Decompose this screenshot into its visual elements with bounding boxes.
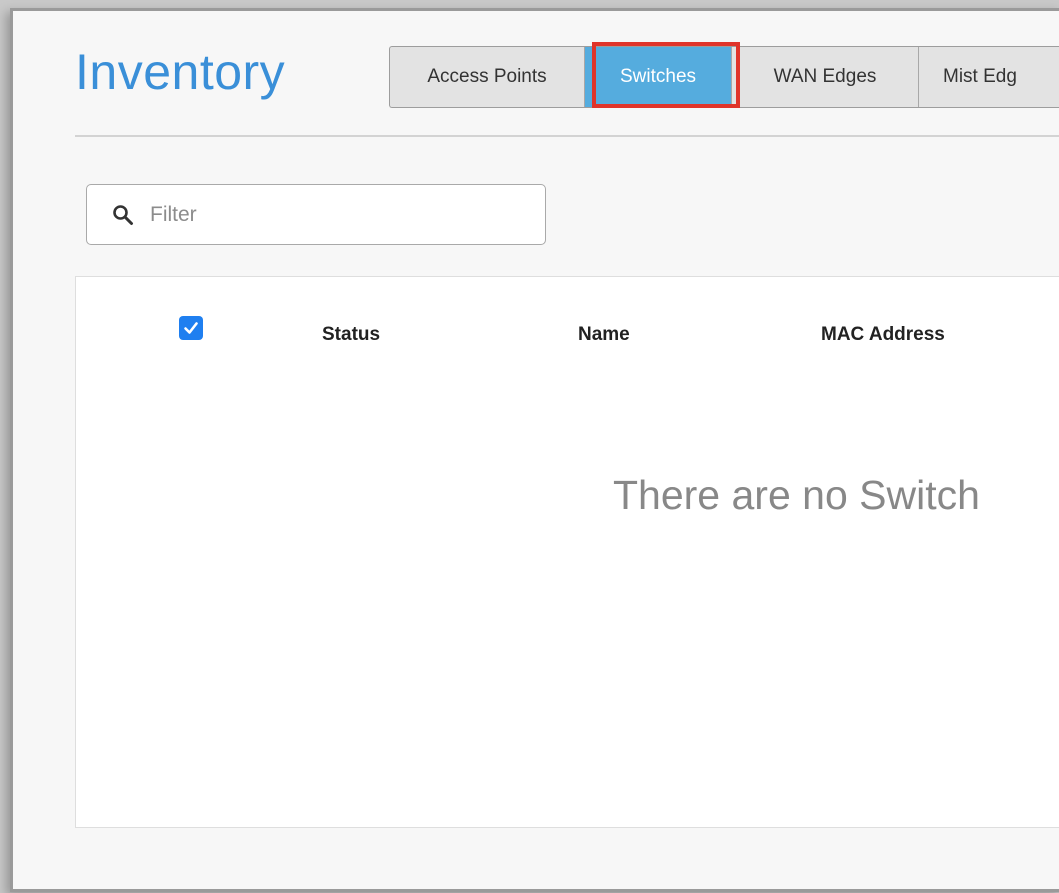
- device-type-tabs: Access Points Switches WAN Edges Mist Ed…: [389, 46, 1059, 108]
- page-title: Inventory: [75, 44, 286, 100]
- tab-wan-edges[interactable]: WAN Edges: [732, 47, 919, 107]
- filter-input[interactable]: [148, 201, 512, 228]
- app-window: Inventory Access Points Switches WAN Edg…: [10, 8, 1059, 892]
- column-header-status[interactable]: Status: [322, 324, 380, 346]
- switches-table: Status Name MAC Address There are no Swi…: [75, 276, 1059, 828]
- tab-mist-edges[interactable]: Mist Edg: [919, 47, 1059, 107]
- select-all-checkbox[interactable]: [179, 316, 203, 340]
- search-icon: [113, 204, 133, 225]
- tab-access-points[interactable]: Access Points: [390, 47, 585, 107]
- column-header-name[interactable]: Name: [578, 324, 630, 346]
- filter-box: [86, 184, 546, 245]
- column-header-mac-address[interactable]: MAC Address: [821, 324, 945, 346]
- checkmark-icon: [184, 322, 198, 334]
- header-divider: [75, 135, 1059, 137]
- empty-state-message: There are no Switch: [613, 472, 980, 518]
- tab-switches[interactable]: Switches: [585, 47, 732, 107]
